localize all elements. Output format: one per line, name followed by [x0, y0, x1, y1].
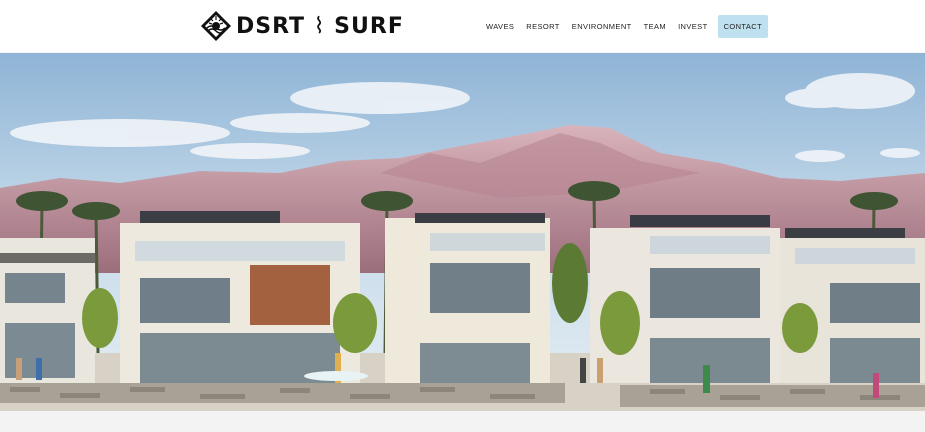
logo[interactable]: DSRT ⌇ SURF: [200, 10, 404, 42]
brand-name: DSRT: [236, 13, 306, 39]
nav-invest[interactable]: INVEST: [672, 15, 714, 38]
nav-resort[interactable]: RESORT: [520, 15, 566, 38]
logo-text: DSRT ⌇ SURF: [236, 14, 404, 39]
nav-contact-button[interactable]: CONTACT: [717, 15, 769, 38]
brand-name-2: SURF: [334, 13, 404, 39]
brand-separator: ⌇: [313, 13, 326, 39]
site-header: DSRT ⌇ SURF WAVES RESORT ENVIRONMENT TEA…: [0, 0, 925, 52]
hero-illustration: [0, 53, 925, 411]
logo-mark-icon: [201, 11, 231, 41]
main-nav: WAVES RESORT ENVIRONMENT TEAM INVEST CON…: [480, 15, 769, 38]
nav-team[interactable]: TEAM: [638, 15, 672, 38]
nav-waves[interactable]: WAVES: [480, 15, 520, 38]
hero-image: [0, 53, 925, 411]
page-bottom-strip: [0, 411, 925, 432]
residences: [0, 211, 925, 383]
nav-environment[interactable]: ENVIRONMENT: [566, 15, 638, 38]
